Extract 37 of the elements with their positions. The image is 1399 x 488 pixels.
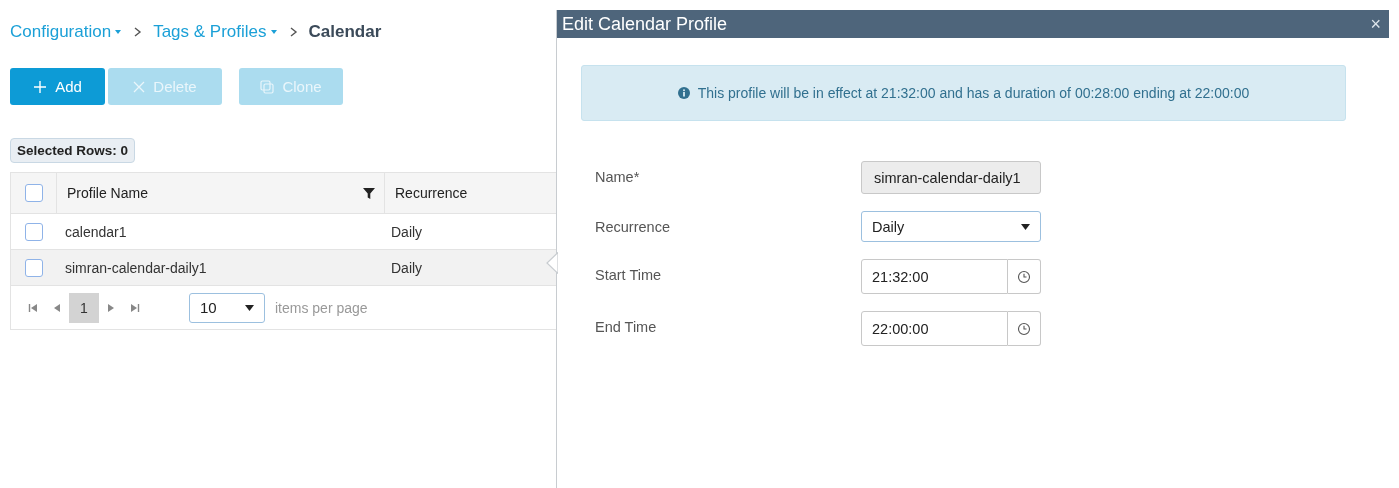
row-checkbox[interactable] [25,258,43,277]
field-label: End Time [595,319,658,335]
close-button[interactable]: × [1370,13,1381,35]
filter-icon[interactable] [362,186,376,200]
field-label: Name* [595,169,641,185]
field-label: Start Time [595,267,663,283]
column-header[interactable]: Recurrence [395,185,468,201]
info-icon [677,87,690,99]
selected-rows-badge: Selected Rows: 0 [10,138,136,163]
clock-icon[interactable] [1008,311,1041,346]
name-field: simran-calendar-daily1 [861,161,1041,194]
recurrence-select[interactable]: Daily [861,211,1041,242]
page-number[interactable]: 1 [69,292,99,323]
caret-icon [115,30,122,34]
row-checkbox[interactable] [25,222,43,241]
table-cell: calendar1 [65,223,127,240]
caret-icon [270,30,277,34]
table-row[interactable]: simran-calendar-daily1 Daily [11,250,557,286]
table-cell: Daily [391,259,423,276]
time-field[interactable]: 21:32:00 [861,259,1008,294]
close-icon [133,80,146,93]
panel-title: Edit Calendar Profile [562,13,728,35]
caret-icon [1021,223,1030,230]
field-label: Recurrence [595,219,671,235]
table-cell: simran-calendar-daily1 [65,259,207,276]
table-cell: Daily [391,223,423,240]
column-header[interactable]: Profile Name [67,185,148,201]
page-size-label: items per page [275,299,368,316]
copy-icon [260,79,275,94]
select-all-checkbox[interactable] [25,184,43,202]
time-field[interactable]: 22:00:00 [861,311,1008,346]
plus-icon [33,79,48,94]
page-size-select[interactable]: 10 [189,292,265,323]
info-text: This profile will be in effect at 21:32:00 and has a duration of 00:28:00 ending at 22:00:00 [697,85,1250,101]
caret-icon [245,304,254,311]
clock-icon[interactable] [1008,259,1041,294]
breadcrumb-current: Calendar [308,22,382,42]
